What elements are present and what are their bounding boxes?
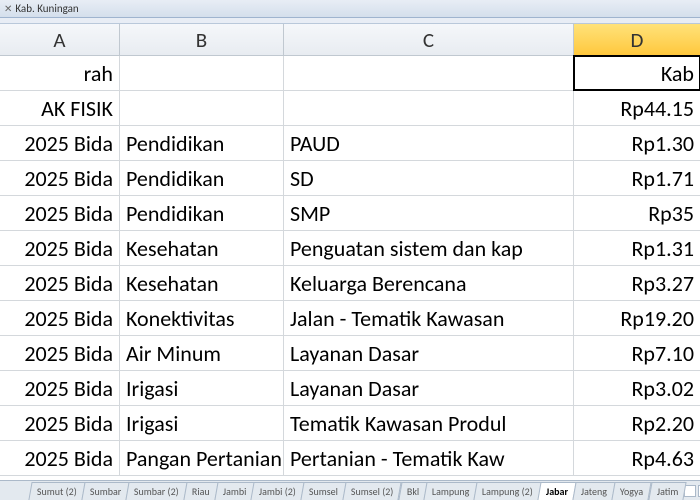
table-row: 2025 BidaAir MinumLayanan DasarRp7.10 — [0, 336, 700, 371]
cell-d[interactable]: Kab — [574, 56, 700, 90]
sheet-tab[interactable]: Sumsel (2) — [343, 482, 403, 500]
cell-a[interactable]: 2025 Bida — [0, 301, 120, 335]
col-header-b[interactable]: B — [120, 24, 284, 55]
cell-a[interactable]: 2025 Bida — [0, 441, 120, 475]
title-bar: ✕ Kab. Kuningan — [0, 0, 700, 18]
cell-d[interactable]: Rp1.31 — [574, 231, 700, 265]
sheet-tabs: Sumut (2)SumbarSumbar (2)RiauJambiJambi … — [0, 480, 700, 500]
sheet-tab[interactable]: Jambi — [214, 482, 255, 500]
col-header-a[interactable]: A — [0, 24, 120, 55]
cell-a[interactable]: 2025 Bida — [0, 196, 120, 230]
cell-b[interactable] — [120, 91, 284, 125]
table-row: 2025 BidaPendidikanSMPRp35 — [0, 196, 700, 231]
cell-d[interactable]: Rp44.15 — [574, 91, 700, 125]
cell-d[interactable]: Rp3.02 — [574, 371, 700, 405]
sheet-tab[interactable]: Sumbar (2) — [126, 482, 188, 500]
table-row: 2025 BidaIrigasiTematik Kawasan ProdulRp… — [0, 406, 700, 441]
cell-b[interactable]: Irigasi — [120, 371, 284, 405]
cell-b[interactable]: Konektivitas — [120, 301, 284, 335]
cell-b[interactable] — [120, 56, 284, 90]
cell-c[interactable]: Layanan Dasar — [284, 336, 574, 370]
cell-d[interactable]: Rp19.20 — [574, 301, 700, 335]
cell-b[interactable]: Air Minum — [120, 336, 284, 370]
cell-c[interactable]: SD — [284, 161, 574, 195]
cell-b[interactable]: Pendidikan — [120, 126, 284, 160]
cell-a[interactable]: 2025 Bida — [0, 371, 120, 405]
cell-b[interactable]: Kesehatan — [120, 266, 284, 300]
cell-a[interactable]: 2025 Bida — [0, 406, 120, 440]
sheet-tab[interactable]: Yogya — [612, 482, 652, 500]
sheet-tab[interactable]: Sumsel — [301, 482, 347, 500]
cell-b[interactable]: Kesehatan — [120, 231, 284, 265]
cell-c[interactable]: Layanan Dasar — [284, 371, 574, 405]
cell-d[interactable]: Rp1.71 — [574, 161, 700, 195]
cell-c[interactable]: Penguatan sistem dan kap — [284, 231, 574, 265]
cell-a[interactable]: 2025 Bida — [0, 231, 120, 265]
cell-c[interactable]: Pertanian - Tematik Kaw — [284, 441, 574, 475]
sheet-tab[interactable]: Lampung — [423, 482, 478, 500]
cell-a[interactable]: 2025 Bida — [0, 161, 120, 195]
cell-d[interactable]: Rp2.20 — [574, 406, 700, 440]
spreadsheet-grid[interactable]: A B C D rahKabAK FISIKRp44.15 2025 BidaP… — [0, 24, 700, 476]
cell-b[interactable]: Pendidikan — [120, 196, 284, 230]
cell-a[interactable]: rah — [0, 56, 120, 90]
cell-c[interactable]: SMP — [284, 196, 574, 230]
table-row: 2025 BidaKesehatanKeluarga BerencanaRp3.… — [0, 266, 700, 301]
cell-a[interactable]: AK FISIK — [0, 91, 120, 125]
cell-a[interactable]: 2025 Bida — [0, 266, 120, 300]
column-headers: A B C D — [0, 24, 700, 56]
cell-b[interactable]: Pangan Pertanian — [120, 441, 284, 475]
cell-b[interactable]: Pendidikan — [120, 161, 284, 195]
cell-a[interactable]: 2025 Bida — [0, 336, 120, 370]
sheet-tab[interactable]: Jatim — [648, 482, 687, 500]
col-header-c[interactable]: C — [284, 24, 574, 55]
table-row: 2025 BidaKesehatanPenguatan sistem dan k… — [0, 231, 700, 266]
cell-b[interactable]: Irigasi — [120, 406, 284, 440]
table-row: 2025 BidaKonektivitasJalan - Tematik Kaw… — [0, 301, 700, 336]
cell-c[interactable]: Tematik Kawasan Produl — [284, 406, 574, 440]
sheet-tab[interactable]: Jateng — [573, 482, 616, 500]
col-header-d[interactable]: D — [574, 24, 700, 55]
cell-a[interactable]: 2025 Bida — [0, 126, 120, 160]
cell-c[interactable]: Keluarga Berencana — [284, 266, 574, 300]
table-row: 2025 BidaPendidikanSDRp1.71 — [0, 161, 700, 196]
close-icon[interactable]: ✕ — [4, 2, 12, 15]
cell-c[interactable] — [284, 91, 574, 125]
cell-d[interactable]: Rp4.63 — [574, 441, 700, 475]
view-icons — [684, 485, 700, 497]
sheet-tab[interactable]: Riau — [183, 482, 218, 500]
table-row: 2025 BidaPendidikanPAUDRp1.30 — [0, 126, 700, 161]
table-row: 2025 BidaPangan PertanianPertanian - Tem… — [0, 441, 700, 476]
cell-c[interactable] — [284, 56, 574, 90]
cell-d[interactable]: Rp7.10 — [574, 336, 700, 370]
table-row: AK FISIK Rp44.15 — [0, 91, 700, 126]
window-title: Kab. Kuningan — [15, 2, 78, 15]
table-row: 2025 BidaIrigasiLayanan DasarRp3.02 — [0, 371, 700, 406]
sheet-tab[interactable]: Sumbar — [81, 482, 130, 500]
cell-c[interactable]: Jalan - Tematik Kawasan — [284, 301, 574, 335]
cell-d[interactable]: Rp3.27 — [574, 266, 700, 300]
cell-d[interactable]: Rp35 — [574, 196, 700, 230]
table-row: rah Kab — [0, 56, 700, 91]
sheet-tab[interactable]: Sumut (2) — [28, 482, 85, 500]
sheet-tab[interactable]: Jabar — [538, 482, 577, 500]
sheet-tab[interactable]: Lampung (2) — [474, 482, 542, 500]
cell-c[interactable]: PAUD — [284, 126, 574, 160]
cell-d[interactable]: Rp1.30 — [574, 126, 700, 160]
sheet-tab[interactable]: Jambi (2) — [251, 482, 305, 500]
